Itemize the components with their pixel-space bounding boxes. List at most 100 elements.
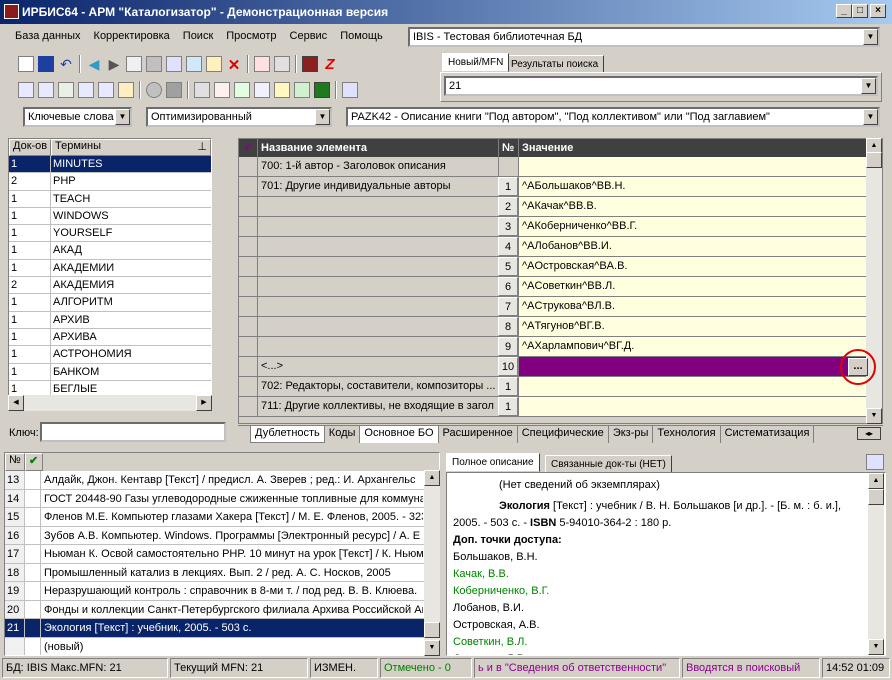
- table-icon[interactable]: [294, 82, 310, 98]
- hand-icon[interactable]: [118, 82, 134, 98]
- results-row[interactable]: 17 Ньюман К. Освой самостоятельно PHP. 10…: [5, 545, 439, 564]
- editor-value-field[interactable]: ^AХарлампович^BГ.Д.: [518, 337, 866, 356]
- terms-row[interactable]: 1 АКАДЕМИИ: [9, 259, 211, 278]
- col-terms[interactable]: Термины ⊥: [51, 139, 211, 156]
- menu-edit[interactable]: Корректировка: [87, 30, 176, 42]
- editor-row-selector[interactable]: [239, 177, 257, 196]
- editor-row[interactable]: 701: Другие индивидуальные авторы 1 ^AБоль…: [239, 177, 882, 197]
- results-mark-cell[interactable]: [25, 619, 41, 637]
- filter4-icon[interactable]: [98, 82, 114, 98]
- forward-icon[interactable]: ▶: [106, 56, 122, 72]
- editor-row[interactable]: 6 ^AСоветкин^BВ.Л.: [239, 277, 882, 297]
- editor-value-field[interactable]: ^AСоветкин^BВ.Л.: [518, 277, 866, 296]
- editor-value-field[interactable]: ^AТягунов^BГ.В.: [518, 317, 866, 336]
- terms-row[interactable]: 1 АРХИВА: [9, 328, 211, 347]
- terms-row[interactable]: 1 АСТРОНОМИЯ: [9, 346, 211, 364]
- results-mark-cell[interactable]: [25, 489, 41, 507]
- terms-hscroll[interactable]: ◀ ▶: [8, 395, 212, 411]
- print-description-icon[interactable]: [866, 454, 884, 470]
- export-icon[interactable]: [274, 56, 290, 72]
- worksheet-select[interactable]: PAZK42 - Описание книги "Под автором", "…: [346, 107, 880, 127]
- editor-row-selector[interactable]: [239, 197, 257, 216]
- results-vscroll[interactable]: ▲ ▼: [424, 470, 440, 656]
- results-mark-cell[interactable]: [25, 563, 41, 581]
- optimize-mode-select[interactable]: Оптимизированный ▼: [146, 107, 332, 127]
- editor-value-field[interactable]: [518, 157, 866, 176]
- grid-icon[interactable]: [146, 56, 162, 72]
- menu-search[interactable]: Поиск: [176, 30, 219, 42]
- editor-row-selector[interactable]: [239, 337, 257, 356]
- new-doc-icon[interactable]: [18, 56, 34, 72]
- delete-icon[interactable]: ✕: [226, 56, 242, 74]
- editor-value-field[interactable]: [518, 377, 866, 396]
- copy-icon[interactable]: [126, 56, 142, 72]
- tab-extended[interactable]: Расширенное: [439, 426, 518, 443]
- editor-row[interactable]: 711: Другие коллективы, не входящие в за…: [239, 397, 882, 417]
- menu-help[interactable]: Помощь: [333, 30, 389, 42]
- results-mark-cell[interactable]: [25, 582, 41, 600]
- results-row[interactable]: 18 Промышленный катализ в лекциях. Вып. 2…: [5, 563, 439, 582]
- go-icon[interactable]: [234, 82, 250, 98]
- results-row[interactable]: 13 Алдайк, Джон. Кентавр [Текст] / предис…: [5, 471, 439, 490]
- access-point-item[interactable]: Советкин, В.Л.: [453, 634, 879, 651]
- check-icon[interactable]: [58, 82, 74, 98]
- edit-icon[interactable]: [206, 56, 222, 72]
- editor-row-selector[interactable]: [239, 237, 257, 256]
- excel-icon[interactable]: [314, 82, 330, 98]
- results-mark-cell[interactable]: [25, 508, 41, 526]
- editor-row[interactable]: 3 ^AКоберниченко^BВ.Г.: [239, 217, 882, 237]
- editor-row[interactable]: 7 ^AСтрукова^BЛ.В.: [239, 297, 882, 317]
- editor-value-field[interactable]: [518, 397, 866, 416]
- terms-row[interactable]: 2 АКАДЕМИЯ: [9, 277, 211, 295]
- mark-icon[interactable]: [254, 56, 270, 72]
- tab-full-description[interactable]: Полное описание: [446, 453, 540, 472]
- description-vscroll[interactable]: ▲ ▼: [868, 473, 884, 655]
- close-button[interactable]: ×: [870, 4, 886, 18]
- back-icon[interactable]: ◀: [86, 56, 102, 72]
- access-point-item[interactable]: Качак, В.В.: [453, 566, 879, 583]
- database-select[interactable]: IBIS - Тестовая библиотечная БД ▼: [408, 27, 880, 47]
- menu-view[interactable]: Просмотр: [219, 30, 282, 42]
- editor-value-field[interactable]: ^AСтрукова^BЛ.В.: [518, 297, 866, 316]
- editor-row-selector[interactable]: [239, 217, 257, 236]
- editor-row-selector[interactable]: [239, 317, 257, 336]
- filter2-icon[interactable]: [38, 82, 54, 98]
- printer-icon[interactable]: [194, 82, 210, 98]
- editor-row[interactable]: 4 ^AЛобанов^BВ.И.: [239, 237, 882, 257]
- terms-row[interactable]: 2 PHP: [9, 173, 211, 191]
- results-row[interactable]: (новый): [5, 637, 439, 655]
- results-row[interactable]: 20 Фонды и коллекции Санкт-Петербургского…: [5, 600, 439, 619]
- scroll-left-icon[interactable]: ◀: [8, 395, 24, 411]
- editor-row-selector[interactable]: [239, 377, 257, 396]
- key-input[interactable]: [40, 422, 226, 442]
- terms-row[interactable]: 1 АЛГОРИТМ: [9, 294, 211, 312]
- results-row[interactable]: 19 Неразрушающий контроль : справочник в …: [5, 582, 439, 601]
- terms-row[interactable]: 1 БАНКОМ: [9, 363, 211, 381]
- menu-service[interactable]: Сервис: [283, 30, 334, 42]
- tab-duplicates[interactable]: Дублетность: [250, 426, 325, 443]
- results-mark-cell[interactable]: [25, 637, 41, 655]
- filter3-icon[interactable]: [78, 82, 94, 98]
- filter-icon[interactable]: [18, 82, 34, 98]
- editor-row-selector[interactable]: [239, 297, 257, 316]
- z3950-icon[interactable]: Z: [322, 56, 338, 73]
- editor-row[interactable]: 5 ^AОстровская^BА.В.: [239, 257, 882, 277]
- chevron-down-icon[interactable]: ▼: [861, 78, 876, 94]
- results-mark-cell[interactable]: [25, 600, 41, 618]
- ellipsis-button[interactable]: ...: [848, 358, 868, 376]
- results-list[interactable]: № ✔ 13 Алдайк, Джон. Кентавр [Текст] / пр…: [4, 452, 440, 656]
- book-icon[interactable]: [302, 56, 318, 72]
- open-folder-icon[interactable]: [274, 82, 290, 98]
- results-row[interactable]: 14 ГОСТ 20448-90 Газы углеводородные сжиж…: [5, 489, 439, 508]
- editor-row-selector[interactable]: [239, 397, 257, 416]
- tab-technology[interactable]: Технология: [653, 426, 721, 443]
- scroll-down-icon[interactable]: ▼: [424, 640, 440, 656]
- editor-value-field[interactable]: ^AОстровская^BА.В.: [518, 257, 866, 276]
- chevron-down-icon[interactable]: ▼: [863, 29, 878, 45]
- scroll-up-icon[interactable]: ▲: [868, 473, 884, 489]
- col-docs[interactable]: Док-ов: [9, 139, 51, 156]
- results-row[interactable]: 15 Фленов М.Е. Компьютер глазами Хакера […: [5, 508, 439, 527]
- scroll-up-icon[interactable]: ▲: [424, 470, 440, 486]
- editor-value-field[interactable]: [518, 357, 866, 376]
- help-icon[interactable]: [342, 82, 358, 98]
